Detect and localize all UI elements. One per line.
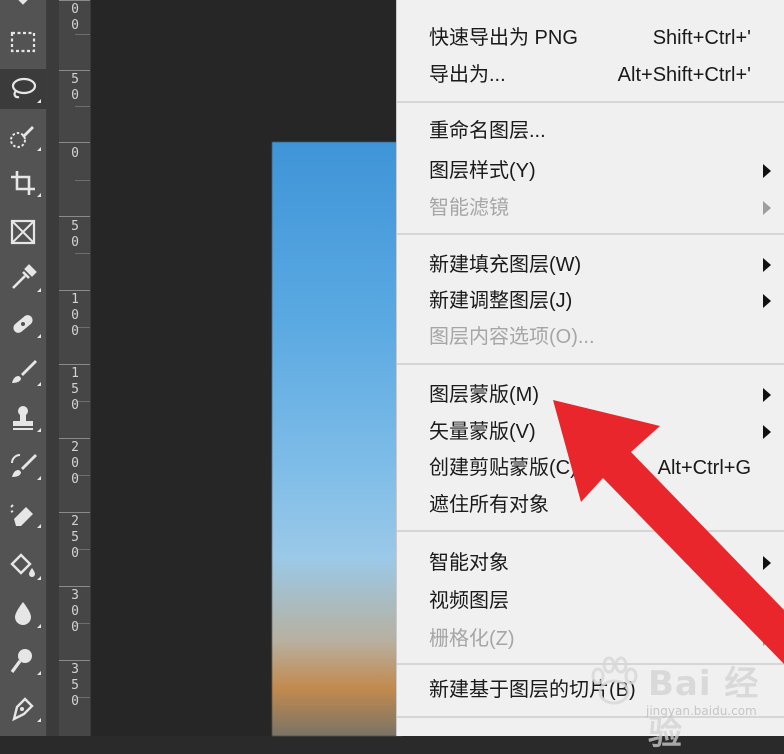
menu-item-smart-object[interactable]: 智能对象: [397, 545, 784, 581]
menu-item-label: 栅格化(Z): [429, 628, 515, 650]
menu-separator: [397, 101, 784, 103]
submenu-arrow-icon: [763, 201, 771, 215]
menu-item-smart-filter[interactable]: 智能滤镜: [397, 190, 784, 226]
menu-item-label: 智能对象: [429, 552, 509, 574]
menu-item-label: 图层样式(Y): [429, 160, 536, 182]
menu-item-layer-content-options[interactable]: 图层内容选项(O)...: [397, 319, 784, 355]
menu-item-shortcut: Alt+Ctrl+G: [657, 457, 751, 479]
submenu-arrow-icon: [763, 556, 771, 570]
menu-item-label: 图层内容选项(O)...: [429, 326, 595, 348]
submenu-arrow-icon: [763, 425, 771, 439]
marquee-tool[interactable]: [0, 22, 46, 62]
submenu-arrow-icon: [763, 388, 771, 402]
menu-item-layer-mask[interactable]: 图层蒙版(M): [397, 377, 784, 413]
history-brush-tool[interactable]: [0, 446, 46, 486]
ruler-label: 3 0 0: [71, 588, 79, 635]
tools-panel: [0, 0, 47, 736]
menu-item-new-layer-based-slice[interactable]: 新建基于图层的切片(B): [397, 672, 784, 708]
ruler-label: 0: [71, 146, 79, 161]
quick-selection-icon: [10, 126, 34, 148]
menu-item-label: 矢量蒙版(V): [429, 421, 536, 443]
menu-item-shortcut: Shift+Ctrl+': [652, 27, 751, 49]
menu-item-new-fill-layer[interactable]: 新建填充图层(W): [397, 247, 784, 283]
menu-item-label: 快速导出为 PNG: [429, 27, 578, 49]
menu-item-shortcut: Alt+Shift+Ctrl+': [617, 64, 751, 86]
menu-item-quick-export-png[interactable]: 快速导出为 PNG Shift+Ctrl+': [397, 20, 784, 56]
crop-tool[interactable]: [0, 163, 46, 203]
menu-separator: [397, 363, 784, 365]
dodge-icon: [10, 649, 32, 673]
menu-separator: [397, 530, 784, 532]
paint-bucket-icon: [10, 553, 35, 577]
submenu-arrow-icon: [763, 294, 771, 308]
clone-stamp-icon: [13, 406, 33, 430]
menu-item-export-as[interactable]: 导出为... Alt+Shift+Ctrl+': [397, 57, 784, 93]
submenu-arrow-icon: [763, 594, 771, 608]
blur-icon: [15, 602, 31, 625]
healing-brush-tool[interactable]: [0, 304, 46, 344]
menu-item-mask-all-objects[interactable]: 遮住所有对象: [397, 487, 784, 523]
pen-icon: [12, 697, 34, 722]
pen-tool[interactable]: [0, 688, 46, 728]
ruler-label: 2 5 0: [71, 514, 79, 561]
brush-icon: [12, 360, 37, 383]
menu-item-layer-style[interactable]: 图层样式(Y): [397, 153, 784, 189]
menu-separator: [397, 716, 784, 718]
move-icon: [18, 0, 28, 5]
menu-item-label: 重命名图层...: [429, 120, 546, 142]
vertical-ruler: 0 0 5 0 0 5 0 1 0 0 1 5 0 2 0 0 2 5 0 3 …: [47, 0, 91, 736]
eraser-tool[interactable]: [0, 494, 46, 534]
blur-tool[interactable]: [0, 594, 46, 634]
layer-context-menu: 快速导出为 PNG Shift+Ctrl+' 导出为... Alt+Shift+…: [396, 0, 784, 736]
eyedropper-tool[interactable]: [0, 258, 46, 298]
history-brush-icon: [11, 454, 37, 477]
menu-item-label: 创建剪贴蒙版(C): [429, 457, 577, 479]
menu-item-label: 智能滤镜: [429, 197, 509, 219]
clone-stamp-tool[interactable]: [0, 398, 46, 438]
menu-item-label: 导出为...: [429, 64, 506, 86]
frame-icon: [10, 219, 36, 245]
menu-item-label: 新建调整图层(J): [429, 290, 573, 312]
ruler-label: 1 0 0: [71, 292, 79, 339]
crop-icon: [11, 171, 35, 195]
brush-tool[interactable]: [0, 352, 46, 392]
ruler-label: 0 0: [71, 2, 79, 33]
eyedropper-icon: [12, 264, 37, 289]
frame-tool[interactable]: [0, 212, 46, 252]
menu-item-label: 图层蒙版(M): [429, 384, 539, 406]
submenu-arrow-icon: [763, 632, 771, 646]
submenu-arrow-icon: [763, 164, 771, 178]
ruler-label: 1 5 0: [71, 366, 79, 413]
menu-item-label: 遮住所有对象: [429, 494, 549, 516]
move-tool[interactable]: [0, 0, 46, 18]
healing-brush-icon: [13, 315, 33, 333]
document-image[interactable]: [272, 142, 402, 736]
menu-separator: [397, 663, 784, 665]
menu-item-label: 新建基于图层的切片(B): [429, 679, 636, 701]
menu-item-new-adjustment-layer[interactable]: 新建调整图层(J): [397, 283, 784, 319]
paint-bucket-tool[interactable]: [0, 546, 46, 586]
quick-selection-tool[interactable]: [0, 117, 46, 157]
menu-item-label: 视频图层: [429, 590, 509, 612]
ruler-label: 3 5 0: [71, 662, 79, 709]
menu-separator: [397, 233, 784, 235]
menu-item-vector-mask[interactable]: 矢量蒙版(V): [397, 414, 784, 450]
lasso-tool[interactable]: [0, 69, 46, 109]
menu-item-label: 新建填充图层(W): [429, 254, 582, 276]
menu-item-rasterize[interactable]: 栅格化(Z): [397, 621, 784, 657]
submenu-arrow-icon: [763, 258, 771, 272]
dodge-tool[interactable]: [0, 641, 46, 681]
ruler-label: 5 0: [71, 72, 79, 103]
menu-item-create-clipping-mask[interactable]: 创建剪贴蒙版(C) Alt+Ctrl+G: [397, 450, 784, 486]
eraser-icon: [10, 504, 33, 526]
ruler-label: 5 0: [71, 219, 79, 250]
ruler-label: 2 0 0: [71, 440, 79, 487]
lasso-icon: [11, 77, 37, 99]
menu-item-video-layers[interactable]: 视频图层: [397, 583, 784, 619]
menu-item-rename-layer[interactable]: 重命名图层...: [397, 113, 784, 149]
rectangular-marquee-icon: [10, 31, 36, 53]
